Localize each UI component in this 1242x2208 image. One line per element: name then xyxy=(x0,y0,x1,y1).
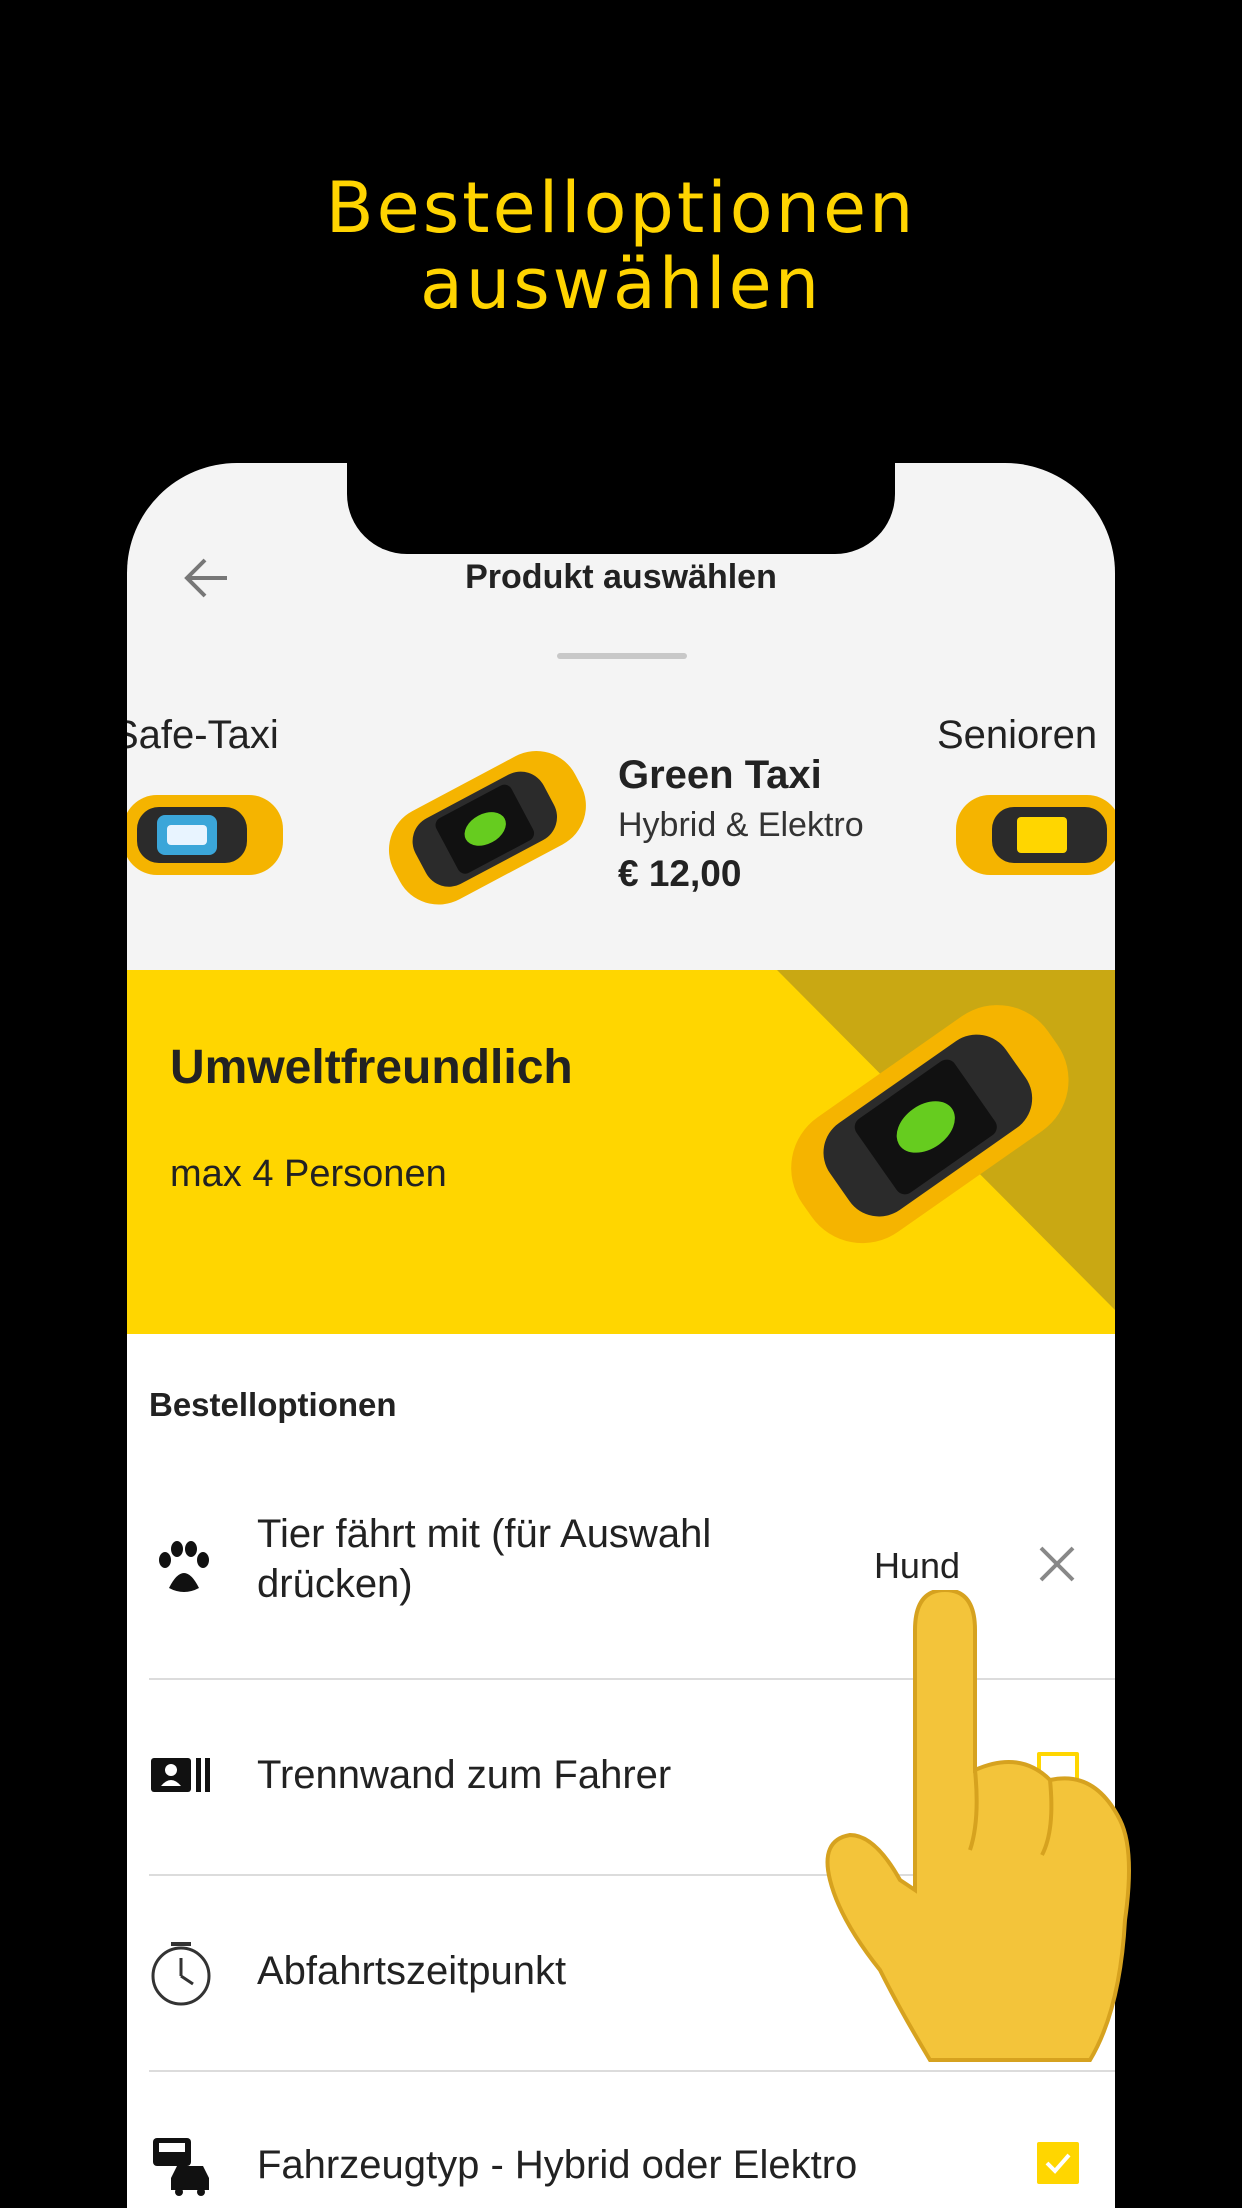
option-pet-label: Tier fährt mit (für Auswahl drücken) xyxy=(257,1509,711,1609)
senioren-car-image[interactable] xyxy=(952,785,1115,885)
sheet-drag-handle[interactable] xyxy=(557,653,687,659)
product-info-banner: Umweltfreundlich max 4 Personen xyxy=(127,970,1115,1334)
product-senioren-label[interactable]: Senioren xyxy=(937,713,1097,758)
product-safe-taxi-label[interactable]: Safe-Taxi xyxy=(127,713,279,758)
order-options-title: Bestelloptionen xyxy=(149,1386,397,1423)
page-title: Produkt auswählen xyxy=(465,558,777,596)
option-vehicle-type-label: Fahrzeugtyp - Hybrid oder Elektro xyxy=(257,2143,858,2187)
green-taxi-car-image[interactable] xyxy=(367,733,607,923)
option-vehicle-type-checkbox[interactable] xyxy=(1037,2142,1079,2184)
paw-icon xyxy=(159,1541,209,1592)
selected-product-name: Green Taxi xyxy=(618,753,822,797)
top-app-bar: Produkt auswählen xyxy=(127,523,1115,633)
option-pet-label-line-1: Tier fährt mit (für Auswahl xyxy=(257,1512,712,1556)
banner-subtitle: max 4 Personen xyxy=(170,1153,447,1195)
partition-icon xyxy=(151,1758,210,1792)
banner-title: Umweltfreundlich xyxy=(170,1041,573,1094)
option-row-vehicle-type[interactable]: Fahrzeugtyp - Hybrid oder Elektro xyxy=(149,2072,1115,2208)
clock-icon xyxy=(151,1942,211,2006)
checkmark-icon xyxy=(1045,2153,1071,2174)
selected-product-price: € 12,00 xyxy=(618,853,742,894)
option-departure-time-label: Abfahrtszeitpunkt xyxy=(257,1949,567,1993)
close-icon[interactable] xyxy=(1033,1540,1081,1588)
option-partition-label: Trennwand zum Fahrer xyxy=(257,1753,672,1797)
vehicle-type-icon xyxy=(153,2138,209,2196)
option-pet-label-line-2: drücken) xyxy=(257,1562,413,1606)
promo-headline: Bestelloptionen auswählen xyxy=(0,170,1242,322)
option-pet-value[interactable]: Hund xyxy=(874,1545,960,1587)
headline-line-2: auswählen xyxy=(419,243,823,325)
safe-taxi-car-image[interactable] xyxy=(127,785,287,885)
selected-product-subtitle: Hybrid & Elektro xyxy=(618,806,864,844)
pointing-hand-icon xyxy=(825,1590,1131,2062)
green-taxi-large-image xyxy=(791,1005,1069,1244)
headline-line-1: Bestelloptionen xyxy=(325,167,917,249)
